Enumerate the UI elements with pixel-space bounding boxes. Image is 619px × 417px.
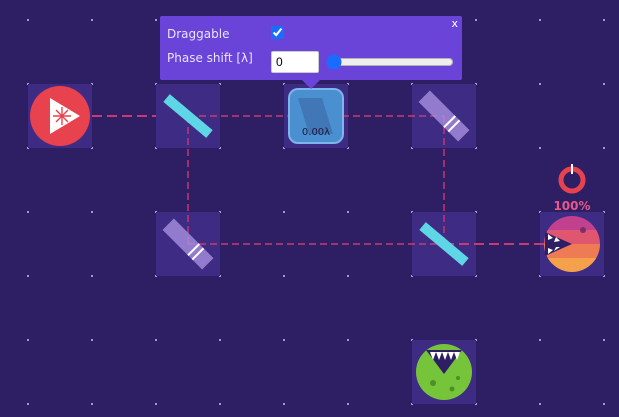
- grid-dot: [27, 275, 29, 277]
- grid-dot: [539, 83, 541, 85]
- grid-dot: [27, 19, 29, 21]
- detector-percent: 100%: [553, 199, 590, 213]
- grid-dot: [155, 19, 157, 21]
- grid-dot: [603, 339, 605, 341]
- grid-dot: [603, 403, 605, 405]
- grid-dot: [603, 147, 605, 149]
- grid-dot: [283, 211, 285, 213]
- grid-dot: [27, 403, 29, 405]
- grid-dot: [155, 403, 157, 405]
- grid-dot: [603, 19, 605, 21]
- grid-dot: [475, 19, 477, 21]
- grid-dot: [539, 147, 541, 149]
- grid-dot: [283, 403, 285, 405]
- grid-dot: [539, 339, 541, 341]
- grid-dot: [539, 403, 541, 405]
- grid-dot: [539, 19, 541, 21]
- grid-dot: [91, 211, 93, 213]
- phase-shifter-icon[interactable]: 0.00λ: [288, 88, 344, 144]
- phase-value-label: 0.00λ: [302, 127, 330, 138]
- phase-shift-label: Phase shift [λ]: [167, 51, 253, 65]
- grid-dot: [91, 339, 93, 341]
- grid-dot: [155, 339, 157, 341]
- grid-dot: [347, 275, 349, 277]
- grid-dot: [283, 275, 285, 277]
- grid-dot: [347, 211, 349, 213]
- phase-shift-slider[interactable]: [326, 54, 454, 70]
- grid-dot: [91, 19, 93, 21]
- grid-dot: [91, 275, 93, 277]
- grid-dot: [219, 339, 221, 341]
- laser-icon[interactable]: [30, 86, 90, 146]
- phase-shift-input[interactable]: [271, 51, 319, 73]
- draggable-checkbox[interactable]: [271, 26, 284, 39]
- detector-gauge: 100%: [553, 164, 591, 213]
- close-button[interactable]: x: [451, 17, 458, 30]
- rock-monster-icon[interactable]: [416, 344, 472, 400]
- grid-dot: [91, 403, 93, 405]
- grid-dot: [219, 403, 221, 405]
- element-settings-popup: x Draggable Phase shift [λ]: [160, 16, 462, 89]
- grid-dot: [347, 339, 349, 341]
- grid-dot: [603, 83, 605, 85]
- grid-dot: [27, 339, 29, 341]
- grid-dot: [27, 211, 29, 213]
- draggable-label: Draggable: [167, 27, 230, 41]
- grid-dot: [283, 339, 285, 341]
- grid-dot: [347, 403, 349, 405]
